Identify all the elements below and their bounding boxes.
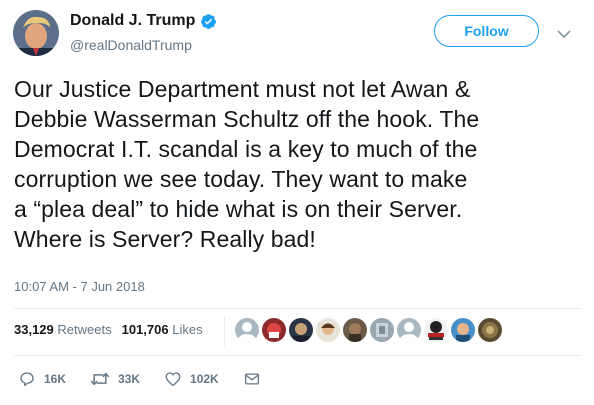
- chevron-down-icon[interactable]: [557, 26, 571, 39]
- retweets-label: Retweets: [57, 322, 112, 337]
- retweet-icon: [90, 372, 110, 386]
- follow-button[interactable]: Follow: [434, 15, 539, 47]
- like-count: 102K: [190, 372, 219, 386]
- likes-count: 101,706: [121, 322, 169, 337]
- liker-avatar[interactable]: [289, 318, 313, 342]
- divider: [14, 355, 581, 356]
- direct-message-button[interactable]: [243, 370, 269, 388]
- retweet-count: 33K: [118, 372, 141, 386]
- liker-avatar[interactable]: [370, 318, 394, 342]
- liker-avatar[interactable]: [262, 318, 286, 342]
- likes-stat[interactable]: 101,706 Likes: [122, 322, 203, 337]
- likers-avatars: [235, 318, 505, 342]
- verified-badge-icon: [200, 13, 217, 30]
- tweet-text-line: Our Justice Department must not let Awan…: [14, 76, 471, 102]
- liker-avatar[interactable]: [316, 318, 340, 342]
- divider: [14, 308, 581, 309]
- liker-avatar[interactable]: [424, 318, 448, 342]
- author-handle[interactable]: @realDonaldTrump: [70, 37, 192, 53]
- default-avatar-icon[interactable]: [397, 318, 421, 342]
- default-avatar-icon[interactable]: [235, 318, 259, 342]
- liker-avatar[interactable]: [343, 318, 367, 342]
- heart-icon: [165, 372, 181, 387]
- reply-icon: [20, 372, 34, 387]
- tweet-text-line: Where is Server? Really bad!: [14, 226, 316, 252]
- tweet-timestamp[interactable]: 10:07 AM - 7 Jun 2018: [14, 279, 145, 294]
- likes-label: Likes: [172, 322, 203, 337]
- tweet-text: Our Justice Department must not let Awan…: [14, 74, 584, 254]
- liker-avatar[interactable]: [451, 318, 475, 342]
- tweet-text-line: Debbie Wasserman Schultz off the hook. T…: [14, 106, 480, 132]
- tweet-actions: 16K 33K 102K: [18, 370, 293, 388]
- author-display-name[interactable]: Donald J. Trump: [70, 12, 195, 30]
- tweet-stats: 33,129 Retweets 101,706 Likes: [14, 322, 213, 337]
- like-button[interactable]: 102K: [164, 370, 219, 388]
- tweet-card: Donald J. Trump @realDonaldTrump Follow …: [0, 0, 594, 405]
- author-name-row: Donald J. Trump: [70, 12, 217, 30]
- envelope-icon: [244, 373, 259, 385]
- liker-avatar[interactable]: [478, 318, 502, 342]
- retweets-stat[interactable]: 33,129 Retweets: [14, 322, 112, 337]
- retweet-button[interactable]: 33K: [90, 370, 140, 388]
- tweet-text-line: a “plea deal” to hide what is on their S…: [14, 196, 463, 222]
- tweet-text-line: corruption we see today. They want to ma…: [14, 166, 468, 192]
- reply-button[interactable]: 16K: [18, 370, 66, 388]
- retweets-count: 33,129: [14, 322, 54, 337]
- tweet-text-line: Democrat I.T. scandal is a key to much o…: [14, 136, 478, 162]
- stats-separator: [224, 316, 225, 346]
- reply-count: 16K: [44, 372, 67, 386]
- author-avatar[interactable]: [13, 10, 59, 56]
